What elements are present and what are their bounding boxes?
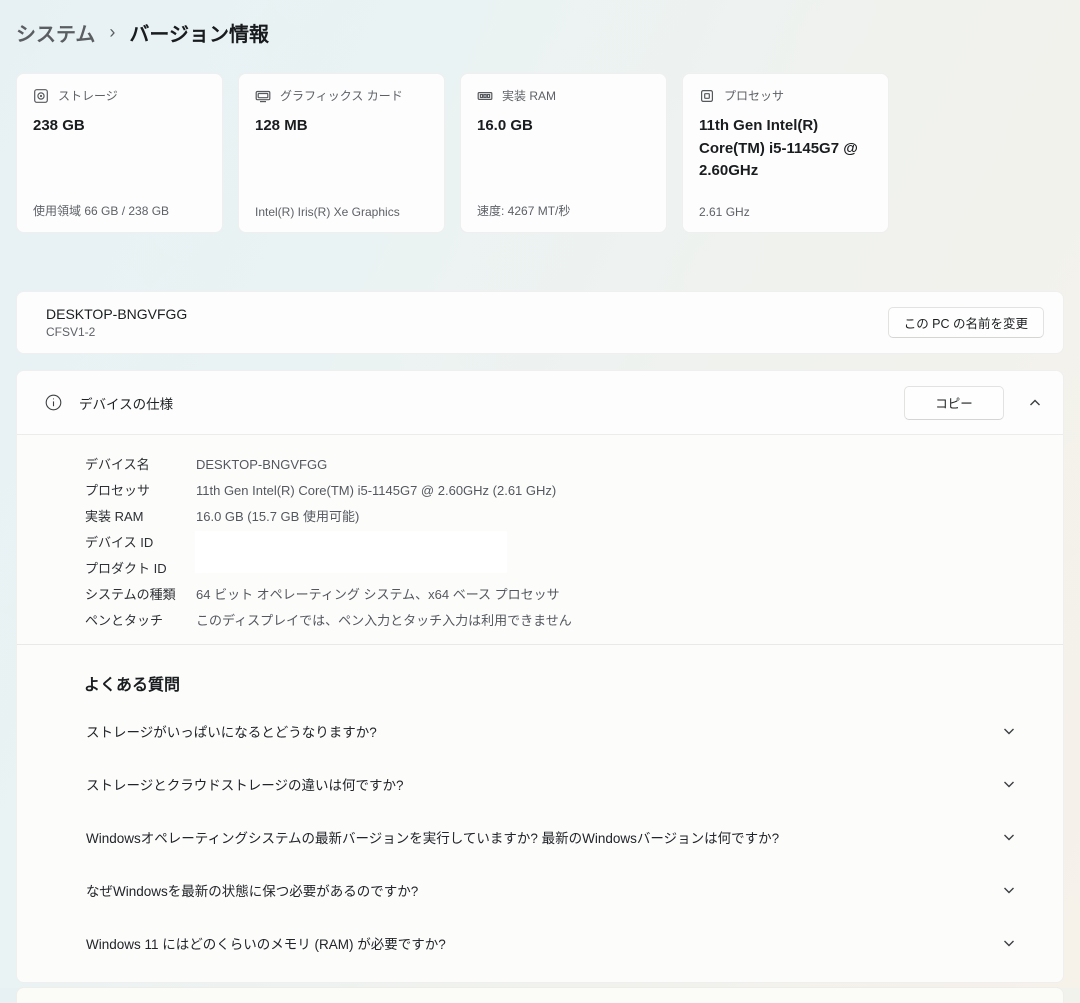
- device-name-card: DESKTOP-BNGVFGG CFSV1-2 この PC の名前を変更: [16, 291, 1064, 354]
- summary-cards-row: ストレージ 238 GB 使用領域 66 GB / 238 GB グラフィックス…: [16, 73, 1064, 233]
- faq-list: ストレージがいっぱいになるとどうなりますか? ストレージとクラウドストレージの違…: [17, 704, 1063, 969]
- graphics-card-header: グラフィックス カード: [255, 87, 428, 104]
- device-specs-header-actions: コピー: [904, 386, 1042, 420]
- spec-label: システムの種類: [85, 582, 196, 608]
- graphics-card-caption: Intel(R) Iris(R) Xe Graphics: [255, 205, 428, 219]
- rename-pc-button[interactable]: この PC の名前を変更: [888, 307, 1044, 338]
- settings-about-page: システム › バージョン情報 ストレージ 238 GB 使用領域 66 GB /…: [0, 0, 1080, 988]
- spec-value: 64 ビット オペレーティング システム、x64 ベース プロセッサ: [196, 582, 560, 608]
- device-specs-body: デバイス名 DESKTOP-BNGVFGG プロセッサ 11th Gen Int…: [17, 434, 1063, 982]
- spec-value: 11th Gen Intel(R) Core(TM) i5-1145G7 @ 2…: [196, 478, 556, 504]
- spec-row-system-type: システムの種類 64 ビット オペレーティング システム、x64 ベース プロセ…: [85, 582, 1063, 608]
- chevron-down-icon: [1002, 830, 1016, 844]
- processor-card-header: プロセッサ: [699, 87, 872, 104]
- info-icon: [45, 394, 62, 411]
- spec-row-processor: プロセッサ 11th Gen Intel(R) Core(TM) i5-1145…: [85, 478, 1063, 504]
- faq-section: よくある質問 ストレージがいっぱいになるとどうなりますか? ストレージとクラウド…: [17, 645, 1063, 969]
- faq-item-why-update[interactable]: なぜWindowsを最新の状態に保つ必要があるのですか?: [17, 863, 1063, 916]
- storage-card: ストレージ 238 GB 使用領域 66 GB / 238 GB: [16, 73, 223, 233]
- chevron-down-icon: [1002, 777, 1016, 791]
- storage-card-label: ストレージ: [58, 87, 118, 104]
- faq-item-storage-full[interactable]: ストレージがいっぱいになるとどうなりますか?: [17, 704, 1063, 757]
- ram-card: 実装 RAM 16.0 GB 速度: 4267 MT/秒: [460, 73, 667, 233]
- ram-icon: [477, 88, 493, 104]
- device-specs-header[interactable]: デバイスの仕様 コピー: [17, 371, 1063, 434]
- chevron-down-icon: [1002, 883, 1016, 897]
- device-name-block: DESKTOP-BNGVFGG CFSV1-2: [46, 306, 187, 339]
- spec-label: プロセッサ: [85, 478, 196, 504]
- chevron-down-icon: [1002, 936, 1016, 950]
- page-title: バージョン情報: [129, 18, 269, 47]
- storage-card-value: 238 GB: [33, 115, 206, 138]
- ram-card-value: 16.0 GB: [477, 115, 650, 138]
- processor-card: プロセッサ 11th Gen Intel(R) Core(TM) i5-1145…: [682, 73, 889, 233]
- device-specs-table: デバイス名 DESKTOP-BNGVFGG プロセッサ 11th Gen Int…: [17, 452, 1063, 634]
- storage-icon: [33, 88, 49, 104]
- faq-question: なぜWindowsを最新の状態に保つ必要があるのですか?: [86, 880, 418, 900]
- processor-card-label: プロセッサ: [724, 87, 784, 104]
- processor-card-value: 11th Gen Intel(R) Core(TM) i5-1145G7 @ 2…: [699, 115, 872, 183]
- spec-row-pen-touch: ペンとタッチ このディスプレイでは、ペン入力とタッチ入力は利用できません: [85, 608, 1063, 634]
- graphics-card-label: グラフィックス カード: [280, 87, 403, 104]
- processor-card-caption: 2.61 GHz: [699, 205, 872, 219]
- storage-card-header: ストレージ: [33, 87, 206, 104]
- copy-button[interactable]: コピー: [904, 386, 1004, 420]
- spec-row-ram: 実装 RAM 16.0 GB (15.7 GB 使用可能): [85, 504, 1063, 530]
- ram-card-label: 実装 RAM: [502, 87, 556, 104]
- faq-question: ストレージがいっぱいになるとどうなりますか?: [86, 721, 377, 741]
- faq-item-ram-requirement[interactable]: Windows 11 にはどのくらいのメモリ (RAM) が必要ですか?: [17, 916, 1063, 969]
- device-model: CFSV1-2: [46, 325, 187, 339]
- breadcrumb: システム › バージョン情報: [0, 0, 1080, 47]
- faq-title: よくある質問: [84, 671, 1063, 695]
- faq-question: Windowsオペレーティングシステムの最新バージョンを実行していますか? 最新…: [86, 827, 779, 847]
- device-specs-expander: デバイスの仕様 コピー デバイス名 DESKTOP-BNGVFGG プロセッサ: [16, 370, 1064, 983]
- ram-card-header: 実装 RAM: [477, 87, 650, 104]
- ram-card-caption: 速度: 4267 MT/秒: [477, 202, 650, 219]
- spec-row-device-name: デバイス名 DESKTOP-BNGVFGG: [85, 452, 1063, 478]
- faq-item-cloud-storage[interactable]: ストレージとクラウドストレージの違いは何ですか?: [17, 757, 1063, 810]
- redaction-box: [195, 531, 507, 573]
- next-section-card-partial: [16, 987, 1064, 1003]
- spec-value: 16.0 GB (15.7 GB 使用可能): [196, 504, 359, 530]
- spec-label: デバイス ID: [85, 530, 196, 556]
- graphics-card: グラフィックス カード 128 MB Intel(R) Iris(R) Xe G…: [238, 73, 445, 233]
- breadcrumb-separator-icon: ›: [109, 22, 115, 43]
- faq-item-latest-version[interactable]: Windowsオペレーティングシステムの最新バージョンを実行していますか? 最新…: [17, 810, 1063, 863]
- spec-value: DESKTOP-BNGVFGG: [196, 452, 327, 478]
- breadcrumb-system[interactable]: システム: [16, 18, 95, 47]
- graphics-card-icon: [255, 88, 271, 104]
- faq-question: ストレージとクラウドストレージの違いは何ですか?: [86, 774, 403, 794]
- spec-label: ペンとタッチ: [85, 608, 196, 634]
- spec-value: このディスプレイでは、ペン入力とタッチ入力は利用できません: [196, 608, 572, 634]
- spec-label: デバイス名: [85, 452, 196, 478]
- spec-label: 実装 RAM: [85, 504, 196, 530]
- processor-icon: [699, 88, 715, 104]
- chevron-up-icon[interactable]: [1028, 396, 1042, 410]
- device-specs-title: デバイスの仕様: [79, 393, 173, 413]
- spec-label: プロダクト ID: [85, 556, 196, 582]
- storage-card-caption: 使用領域 66 GB / 238 GB: [33, 202, 206, 219]
- device-name: DESKTOP-BNGVFGG: [46, 306, 187, 322]
- graphics-card-value: 128 MB: [255, 115, 428, 138]
- chevron-down-icon: [1002, 724, 1016, 738]
- faq-question: Windows 11 にはどのくらいのメモリ (RAM) が必要ですか?: [86, 933, 446, 953]
